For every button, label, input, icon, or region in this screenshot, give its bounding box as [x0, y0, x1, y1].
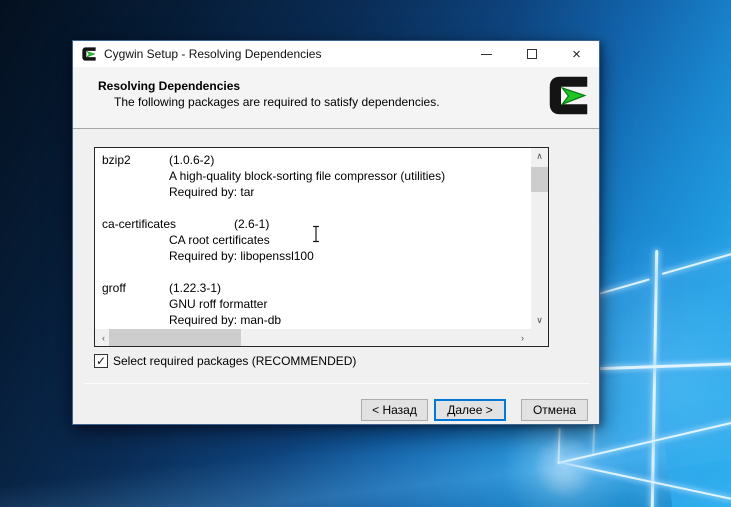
package-entry: bzip2 (1.0.6-2) A high-quality block-sor… — [102, 152, 531, 200]
package-version: (2.6-1) — [234, 217, 270, 231]
windows-logo-pane — [599, 284, 649, 368]
windows-logo-pane — [663, 366, 731, 470]
package-description: A high-quality block-sorting file compre… — [169, 169, 446, 183]
horizontal-scrollbar[interactable]: ‹ › — [95, 329, 531, 346]
cygwin-setup-window: Cygwin Setup - Resolving Dependencies × … — [72, 40, 600, 425]
scrollbar-corner — [531, 329, 548, 346]
caption-buttons: × — [464, 41, 599, 67]
package-version: (1.0.6-2) — [169, 153, 215, 167]
wizard-header: Resolving Dependencies The following pac… — [73, 67, 599, 129]
scroll-up-icon[interactable]: ∧ — [531, 148, 548, 165]
window-title: Cygwin Setup - Resolving Dependencies — [104, 47, 322, 61]
package-required-by: Required by: tar — [169, 185, 255, 199]
scroll-down-icon[interactable]: ∨ — [531, 312, 548, 329]
vertical-scrollbar-thumb[interactable] — [531, 167, 548, 192]
next-button[interactable]: Далее > — [434, 399, 506, 421]
close-icon: × — [572, 45, 581, 63]
page-title: Resolving Dependencies — [98, 79, 241, 93]
checkbox-label[interactable]: Select required packages (RECOMMENDED) — [113, 354, 356, 368]
package-name: ca-certificates — [102, 217, 177, 231]
package-required-by: Required by: libopenssl100 — [169, 249, 314, 263]
checkbox-checked[interactable]: ✓ — [94, 354, 108, 368]
page-subtitle: The following packages are required to s… — [114, 95, 440, 109]
back-button[interactable]: < Назад — [361, 399, 428, 421]
windows-logo-pane — [663, 262, 731, 370]
title-bar[interactable]: Cygwin Setup - Resolving Dependencies × — [73, 41, 599, 67]
cygwin-logo-icon — [549, 76, 588, 115]
package-entry: groff (1.22.3-1) GNU roff formatter Requ… — [102, 280, 531, 328]
text-cursor — [313, 225, 319, 243]
vertical-scrollbar[interactable]: ∧ ∨ — [531, 148, 548, 329]
minimize-icon — [481, 54, 492, 55]
minimize-button[interactable] — [464, 41, 509, 67]
cancel-button[interactable]: Отмена — [521, 399, 588, 421]
package-list[interactable]: bzip2 (1.0.6-2) A high-quality block-sor… — [94, 147, 549, 347]
package-name: bzip2 — [102, 153, 131, 167]
package-description: GNU roff formatter — [169, 297, 268, 311]
desktop-wallpaper: Cygwin Setup - Resolving Dependencies × … — [0, 0, 731, 507]
package-name: groff — [102, 281, 126, 295]
select-required-checkbox-row[interactable]: ✓ Select required packages (RECOMMENDED) — [94, 354, 356, 368]
package-version: (1.22.3-1) — [169, 281, 222, 295]
cygwin-icon — [82, 47, 96, 61]
package-required-by: Required by: man-db — [169, 313, 282, 327]
maximize-icon — [526, 49, 537, 59]
horizontal-scrollbar-thumb[interactable] — [109, 329, 241, 346]
close-button[interactable]: × — [554, 41, 599, 67]
maximize-button[interactable] — [509, 41, 554, 67]
footer-divider — [84, 383, 590, 384]
scroll-right-icon[interactable]: › — [514, 329, 531, 346]
